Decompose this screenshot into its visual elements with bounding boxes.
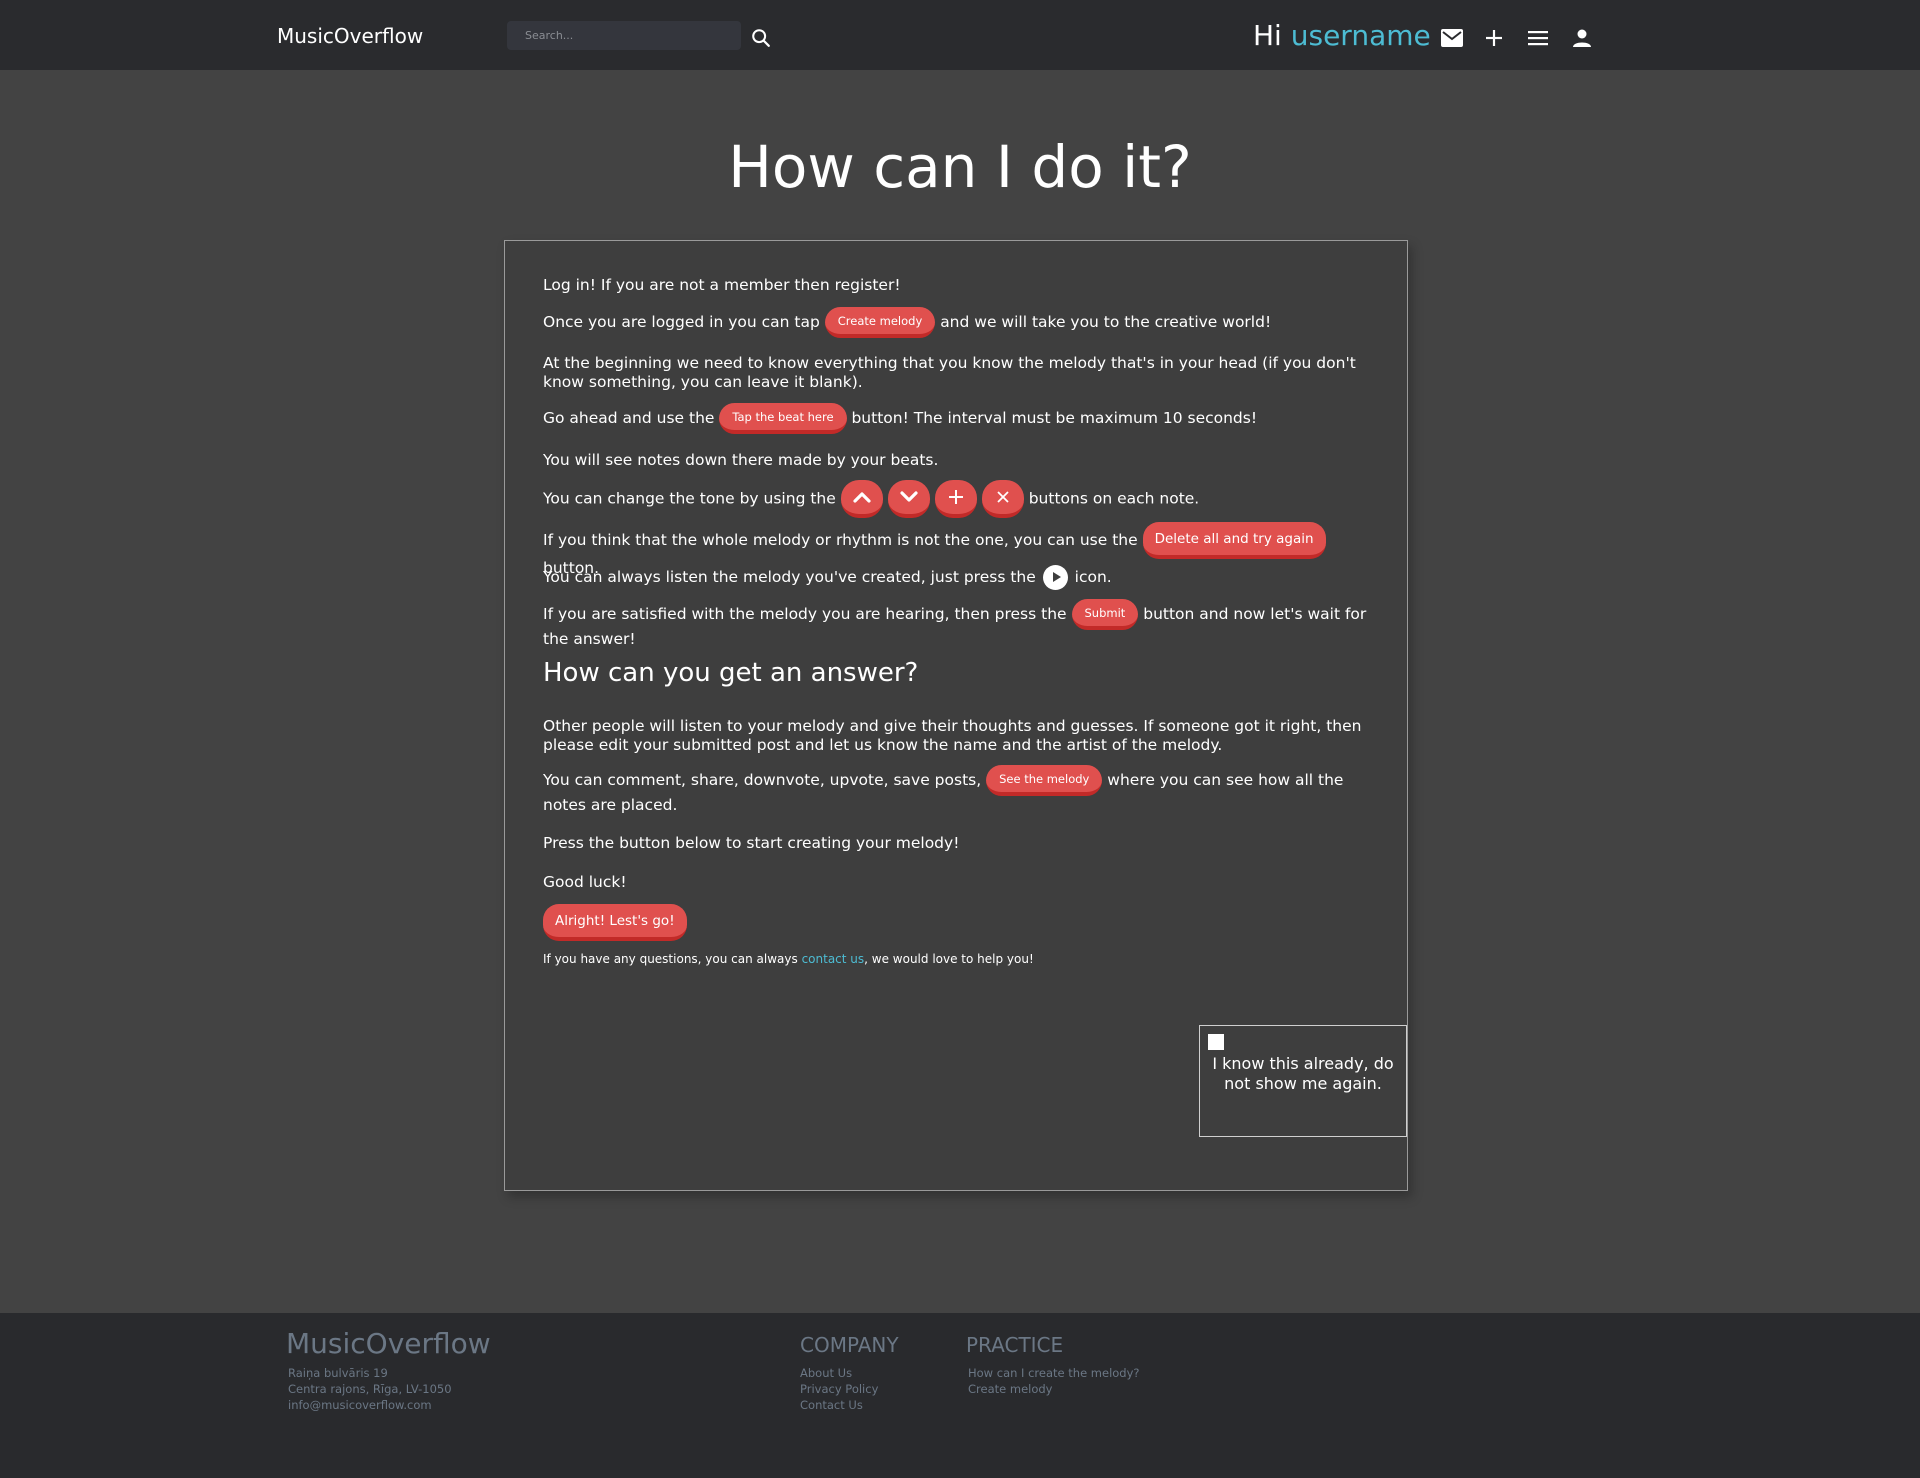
address-line: Centra rajons, Rīga, LV-1050 bbox=[288, 1382, 452, 1396]
step-text: button! The interval must be maximum 10 … bbox=[851, 409, 1258, 427]
create-melody-button[interactable]: Create melody bbox=[824, 307, 936, 338]
add-note-button[interactable] bbox=[934, 480, 977, 518]
footer-address: Raiņa bulvāris 19 Centra rajons, Rīga, L… bbox=[288, 1365, 452, 1413]
plus-icon bbox=[948, 490, 963, 504]
instructions-card: Log in! If you are not a member then reg… bbox=[504, 240, 1408, 1191]
step-text: If you think that the whole melody or rh… bbox=[543, 531, 1138, 549]
dont-show-again-box[interactable]: I know this already, do not show me agai… bbox=[1199, 1025, 1407, 1137]
tap-the-beat-button[interactable]: Tap the beat here bbox=[719, 403, 847, 434]
footer-email: info@musicoverflow.com bbox=[288, 1398, 432, 1412]
footer-company-title: COMPANY bbox=[800, 1333, 899, 1357]
step-text: and we will take you to the creative wor… bbox=[940, 313, 1272, 331]
note-text: , we would love to help you! bbox=[864, 952, 1034, 966]
contact-note: If you have any questions, you can alway… bbox=[543, 950, 1034, 969]
user-greeting: Hi username bbox=[1253, 19, 1431, 52]
chevron-down-icon bbox=[900, 491, 918, 502]
page-title: How can I do it? bbox=[728, 133, 1192, 201]
step-text: You can comment, share, downvote, upvote… bbox=[543, 771, 982, 789]
search-box bbox=[507, 21, 741, 50]
play-icon bbox=[1042, 565, 1068, 590]
step-text: You can always listen the melody you've … bbox=[543, 568, 1036, 586]
contact-us-link[interactable]: contact us bbox=[802, 952, 865, 966]
top-navbar: MusicOverflow Hi username bbox=[0, 0, 1920, 70]
answer-explanation: Other people will listen to your melody … bbox=[543, 717, 1362, 754]
footer-link-privacy[interactable]: Privacy Policy bbox=[800, 1381, 878, 1397]
chevron-up-icon bbox=[853, 492, 871, 503]
footer-link-about[interactable]: About Us bbox=[800, 1365, 878, 1381]
dont-show-again-checkbox[interactable] bbox=[1208, 1034, 1224, 1050]
step-listen: You can always listen the melody you've … bbox=[543, 565, 1373, 590]
footer-link-create-melody[interactable]: Create melody bbox=[968, 1381, 1140, 1397]
dont-show-again-label: I know this already, do not show me agai… bbox=[1212, 1054, 1394, 1093]
step-melody-info: At the beginning we need to know everyth… bbox=[543, 354, 1356, 391]
username-link[interactable]: username bbox=[1291, 19, 1431, 52]
footer-logo: MusicOverflow bbox=[286, 1327, 491, 1360]
menu-icon[interactable] bbox=[1524, 24, 1552, 52]
submit-button[interactable]: Submit bbox=[1071, 599, 1139, 630]
cta-wrapper: Alright! Lest's go! bbox=[543, 904, 1373, 941]
note-text: If you have any questions, you can alway… bbox=[543, 952, 798, 966]
start-instruction: Press the button below to start creating… bbox=[543, 834, 960, 852]
tone-down-button[interactable] bbox=[887, 480, 930, 518]
lets-go-button[interactable]: Alright! Lest's go! bbox=[543, 904, 687, 941]
footer-link-contact[interactable]: Contact Us bbox=[800, 1397, 878, 1413]
footer-practice-links: How can I create the melody? Create melo… bbox=[968, 1365, 1140, 1397]
step-login: Log in! If you are not a member then reg… bbox=[543, 276, 901, 294]
mail-icon[interactable] bbox=[1438, 24, 1466, 52]
footer-link-how-to[interactable]: How can I create the melody? bbox=[968, 1365, 1140, 1381]
site-logo[interactable]: MusicOverflow bbox=[277, 24, 423, 48]
plus-icon[interactable] bbox=[1480, 24, 1508, 52]
answer-subheading: How can you get an answer? bbox=[543, 658, 919, 688]
see-melody-button[interactable]: See the melody bbox=[986, 765, 1103, 796]
step-change-tone: You can change the tone by using the but… bbox=[543, 480, 1373, 518]
delete-all-button[interactable]: Delete all and try again bbox=[1142, 522, 1326, 559]
step-create-melody: Once you are logged in you can tap Creat… bbox=[543, 307, 1373, 338]
step-tap-beat: Go ahead and use the Tap the beat here b… bbox=[543, 403, 1373, 434]
footer-practice-title: PRACTICE bbox=[966, 1333, 1064, 1357]
step-text: Go ahead and use the bbox=[543, 409, 715, 427]
user-icon[interactable] bbox=[1568, 24, 1596, 52]
greeting-text: Hi bbox=[1253, 19, 1282, 52]
search-icon[interactable] bbox=[750, 27, 772, 49]
answer-actions: You can comment, share, downvote, upvote… bbox=[543, 765, 1373, 815]
search-input[interactable] bbox=[525, 29, 723, 42]
good-luck-text: Good luck! bbox=[543, 873, 627, 891]
step-notes: You will see notes down there made by yo… bbox=[543, 451, 939, 469]
step-text: buttons on each note. bbox=[1028, 489, 1200, 508]
step-submit: If you are satisfied with the melody you… bbox=[543, 599, 1373, 649]
delete-note-button[interactable] bbox=[981, 480, 1024, 518]
step-text: Once you are logged in you can tap bbox=[543, 313, 820, 331]
address-line: Raiņa bulvāris 19 bbox=[288, 1366, 388, 1380]
tone-up-button[interactable] bbox=[840, 480, 883, 518]
step-text: If you are satisfied with the melody you… bbox=[543, 605, 1067, 623]
close-icon bbox=[997, 491, 1009, 503]
step-text: icon. bbox=[1074, 568, 1112, 586]
footer-company-links: About Us Privacy Policy Contact Us bbox=[800, 1365, 878, 1413]
step-text: You can change the tone by using the bbox=[543, 489, 836, 508]
site-footer: MusicOverflow Raiņa bulvāris 19 Centra r… bbox=[0, 1313, 1920, 1478]
